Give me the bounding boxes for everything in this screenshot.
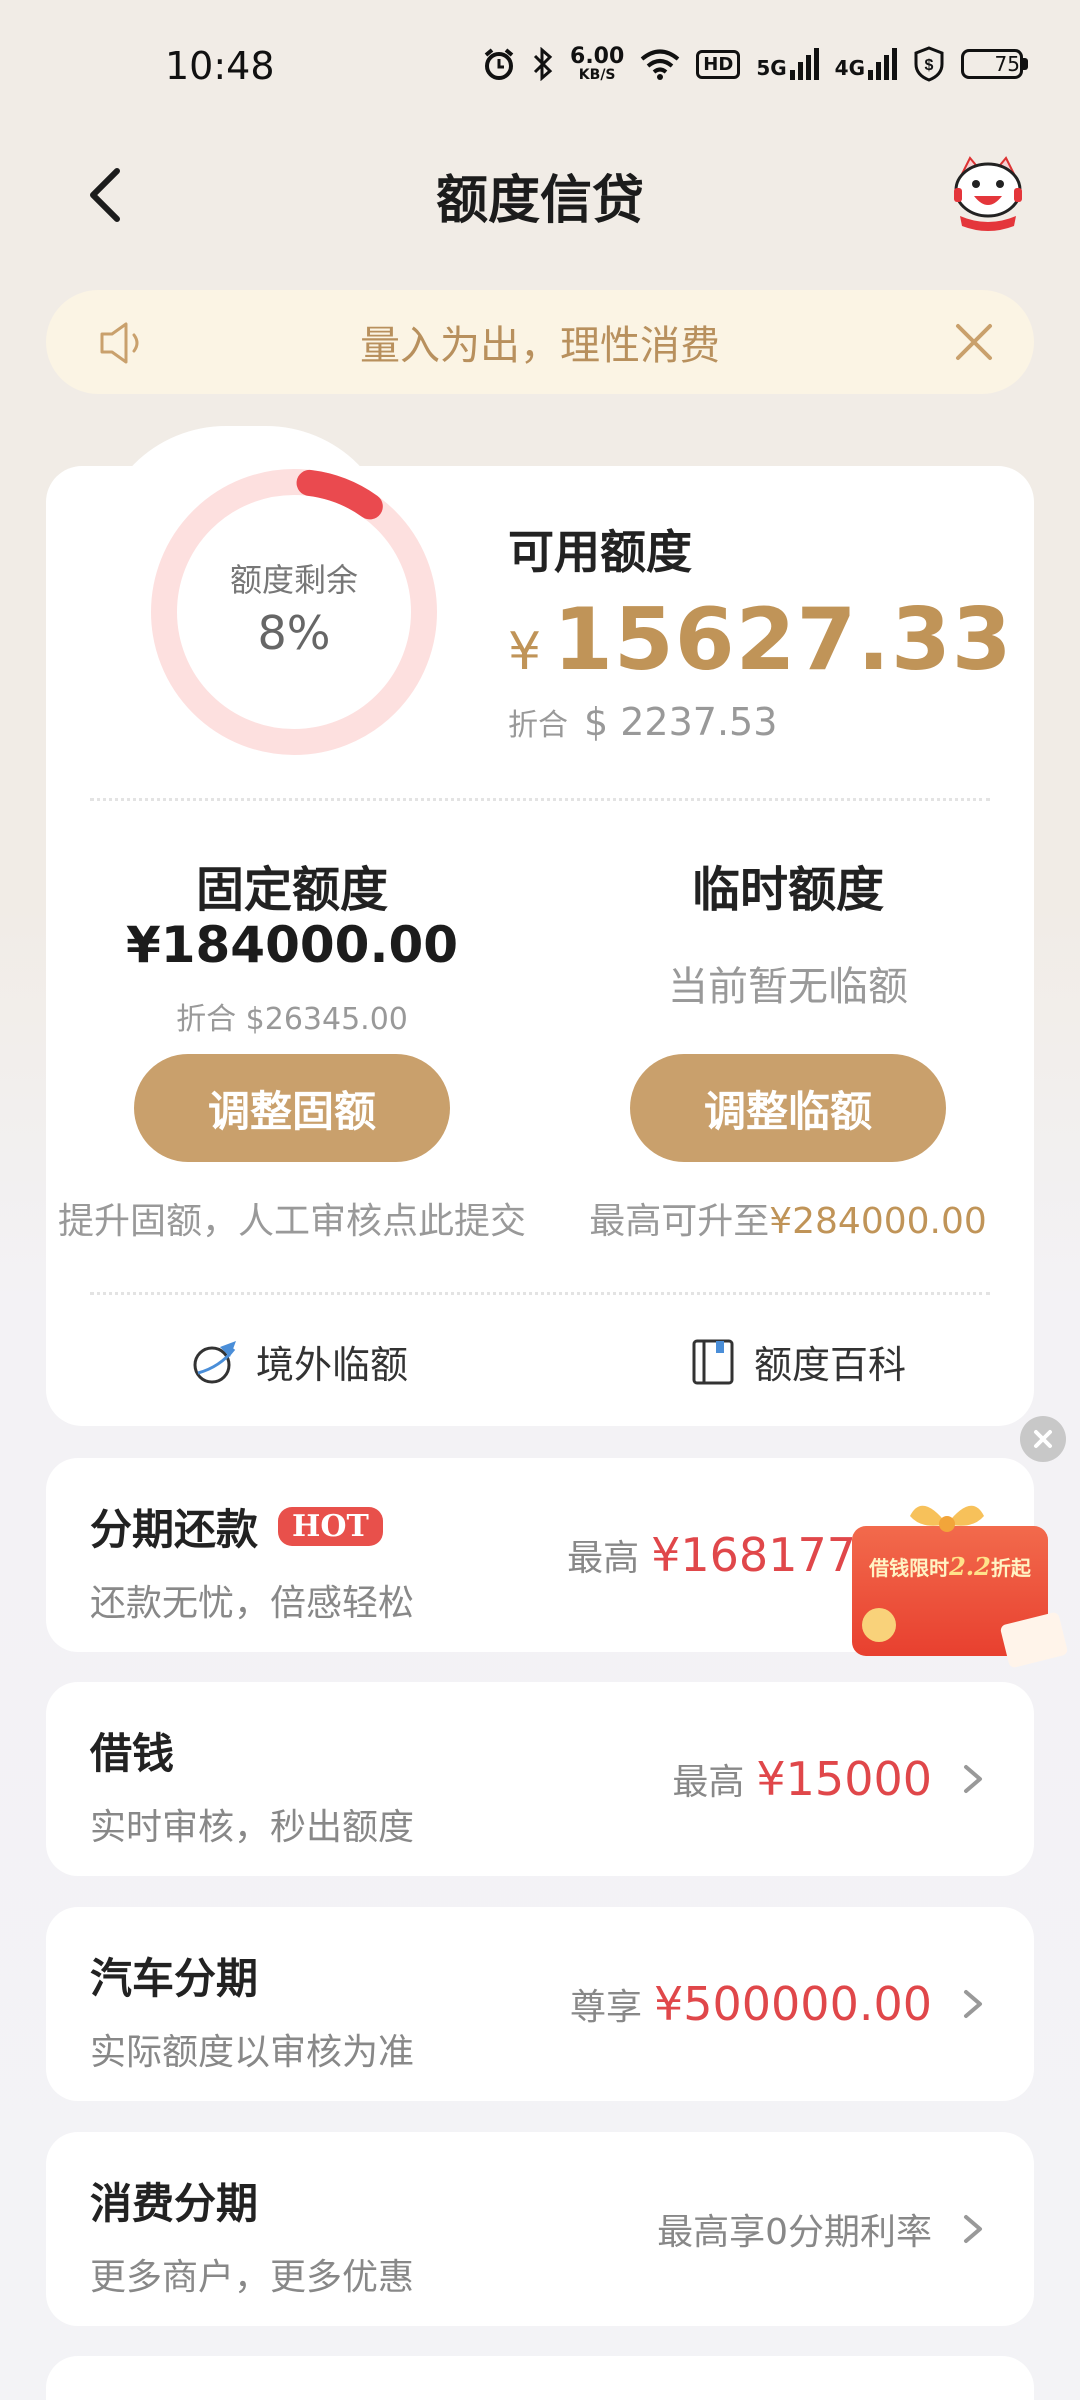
- status-time: 10:48: [165, 44, 275, 88]
- usd-amount: $ 2237.53: [584, 700, 778, 744]
- svg-text:$: $: [925, 57, 934, 74]
- list-item-prefix: 最高: [672, 1762, 745, 1803]
- page-header: 额度信贷: [0, 140, 1080, 250]
- divider: [90, 1292, 990, 1295]
- chevron-right-icon: [964, 2215, 982, 2243]
- promo-text: 借钱限时2.2折起: [869, 1552, 1031, 1581]
- available-usd: 折合 $ 2237.53: [508, 700, 777, 744]
- chevron-right-icon: [964, 1765, 982, 1793]
- fixed-credit-title: 固定额度: [195, 862, 388, 918]
- list-item-note: 最高享0分期利率: [657, 2212, 932, 2253]
- chevron-right-icon: [964, 1990, 982, 2018]
- temp-credit-title: 临时额度: [691, 862, 884, 918]
- list-item-title: 分期还款: [90, 1505, 259, 1554]
- list-item-title: 汽车分期: [90, 1954, 259, 2003]
- divider: [90, 798, 990, 801]
- shield-dollar-icon: $: [913, 44, 945, 84]
- status-icons: 6.00 KB/S HD 5G 4G $ 75: [482, 44, 1028, 84]
- hot-badge: HOT: [278, 1507, 383, 1546]
- list-item-consumer-installment[interactable]: 消费分期 更多商户，更多优惠 最高享0分期利率: [46, 2132, 1034, 2326]
- fixed-credit-amount: ¥184000.00: [125, 916, 459, 974]
- ring-label: 额度剩余: [229, 561, 358, 599]
- list-item-subtitle: 更多商户，更多优惠: [90, 2257, 415, 2298]
- fixed-credit-usd: 折合 $26345.00: [176, 1002, 408, 1037]
- gift-bow-icon: [910, 1505, 984, 1532]
- temp-hint-prefix: 最高可升至: [589, 1201, 770, 1242]
- temp-credit-none: 当前暂无临额: [668, 964, 908, 1010]
- mascot-cat-button[interactable]: [948, 152, 1028, 232]
- speaker-icon: [100, 322, 139, 364]
- list-item-title: 消费分期: [90, 2179, 259, 2228]
- list-item-prefix: 最高: [567, 1538, 640, 1579]
- list-item-amount: ¥168177: [651, 1528, 856, 1582]
- wifi-icon: [640, 44, 680, 84]
- network-speed: 6.00 KB/S: [570, 44, 625, 83]
- adjust-fixed-button[interactable]: 调整固额: [134, 1054, 450, 1162]
- bluetooth-icon: [532, 44, 554, 84]
- overseas-temp-credit-link[interactable]: 境外临额: [190, 1334, 408, 1389]
- list-item-prefix: 尊享: [569, 1987, 642, 2028]
- hd-icon: HD: [696, 49, 741, 79]
- list-item-subtitle: 实际额度以审核为准: [90, 2032, 415, 2073]
- status-bar: 10:48 6.00 KB/S HD 5G 4G $ 75: [0, 0, 1080, 130]
- signal-5g-icon: 5G: [756, 48, 819, 80]
- promo-red-envelope[interactable]: 借钱限时2.2折起: [832, 1496, 1069, 1676]
- battery-icon: 75: [961, 49, 1028, 79]
- notice-text: 量入为出，理性消费: [360, 323, 720, 369]
- list-item-subtitle: 实时审核，秒出额度: [90, 1807, 415, 1848]
- temp-hint-amount: ¥284000.00: [769, 1201, 987, 1242]
- list-item-car-installment[interactable]: 汽车分期 实际额度以审核为准 尊享 ¥500000.00: [46, 1907, 1034, 2101]
- credit-wiki-link[interactable]: 额度百科: [688, 1334, 906, 1389]
- plane-globe-icon: [193, 1340, 236, 1383]
- close-icon: [1034, 1430, 1052, 1448]
- temp-hint: 最高可升至¥284000.00: [556, 1192, 1020, 1244]
- ring-value: 8%: [257, 606, 331, 660]
- list-item-subtitle: 还款无忧，倍感轻松: [90, 1583, 415, 1624]
- notice-banner: 量入为出，理性消费: [46, 290, 1034, 394]
- page-title: 额度信贷: [435, 171, 644, 231]
- list-item-amount: ¥15000: [756, 1752, 932, 1806]
- ring-progress-arc: [296, 469, 383, 520]
- list-item-borrow[interactable]: 借钱 实时审核，秒出额度 最高 ¥15000: [46, 1682, 1034, 1876]
- usd-label: 折合: [508, 708, 568, 743]
- book-icon: [692, 1339, 734, 1384]
- currency-symbol: ¥: [508, 622, 542, 682]
- overseas-temp-credit-label: 境外临额: [256, 1343, 409, 1387]
- signal-4g-icon: 4G: [835, 48, 897, 80]
- coin-icon: [862, 1608, 896, 1642]
- notice-close-icon[interactable]: [950, 318, 998, 366]
- fixed-hint-link[interactable]: 提升固额，人工审核点此提交: [42, 1192, 542, 1244]
- alarm-icon: [482, 44, 516, 84]
- credit-wiki-label: 额度百科: [754, 1343, 907, 1387]
- promo-close-button[interactable]: [1020, 1416, 1066, 1462]
- list-item-amount: ¥500000.00: [653, 1977, 932, 2031]
- list-item-partial: [46, 2356, 1034, 2400]
- mascot-cat-icon: [954, 156, 1022, 231]
- list-item-title: 借钱: [90, 1729, 175, 1778]
- available-credit-title: 可用额度: [508, 525, 692, 579]
- adjust-temp-button[interactable]: 调整临额: [630, 1054, 946, 1162]
- available-credit-amount: ¥ 15627.33: [508, 590, 1013, 690]
- available-amount-value: 15627.33: [553, 590, 1013, 690]
